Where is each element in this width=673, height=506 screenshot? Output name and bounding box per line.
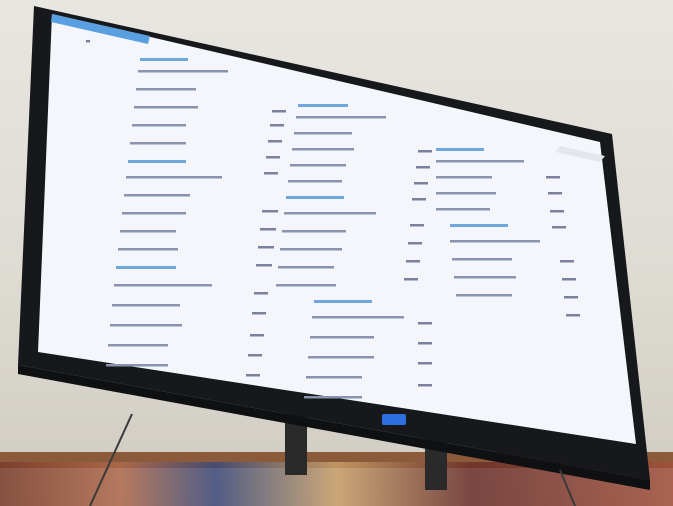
power-cable bbox=[89, 413, 133, 506]
tv-logo-indicator bbox=[382, 414, 406, 425]
television-graphic bbox=[18, 6, 650, 506]
television bbox=[0, 0, 673, 506]
